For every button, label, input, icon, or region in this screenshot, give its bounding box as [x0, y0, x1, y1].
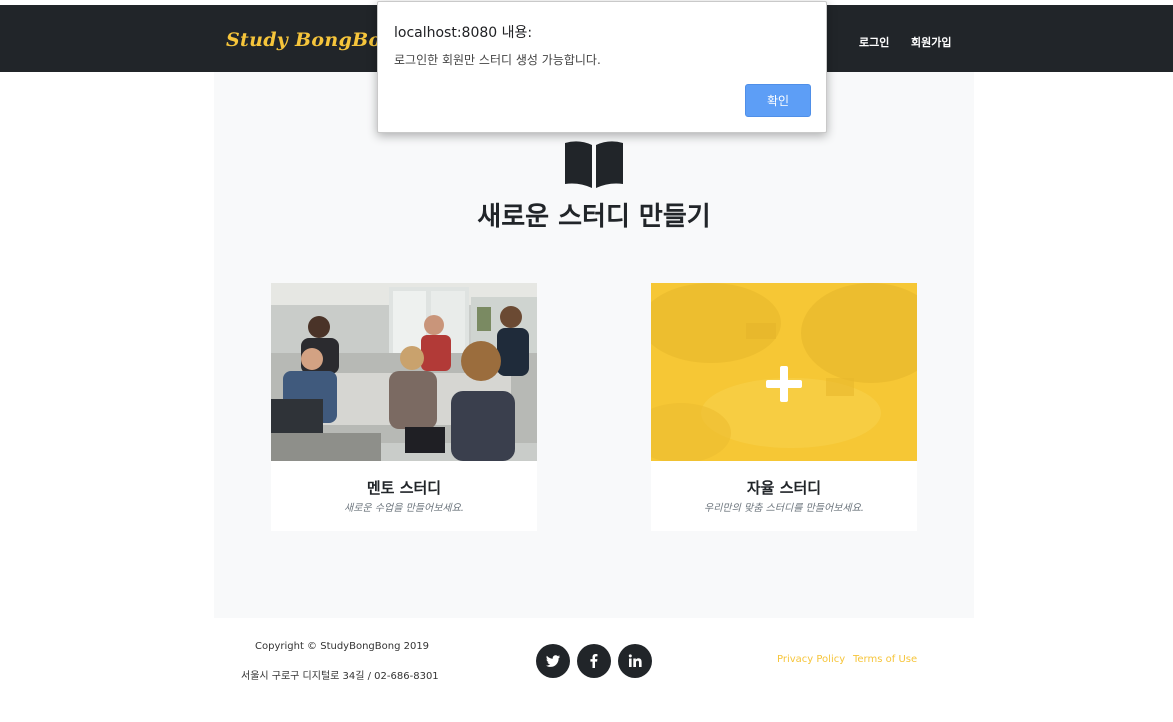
alert-dialog: localhost:8080 내용: 로그인한 회원만 스터디 생성 가능합니다…: [377, 1, 827, 133]
confirm-button[interactable]: 확인: [745, 84, 811, 117]
twitter-button[interactable]: [536, 644, 570, 678]
mentor-study-subtitle: 새로운 수업을 만들어보세요.: [344, 503, 464, 514]
facebook-button[interactable]: [577, 644, 611, 678]
signup-link[interactable]: 회원가입: [911, 34, 951, 50]
mentor-study-card[interactable]: 멘토 스터디 새로운 수업을 만들어보세요.: [271, 283, 537, 531]
dialog-title: localhost:8080 내용:: [394, 25, 533, 41]
self-study-subtitle: 우리만의 맞춤 스터디를 만들어보세요.: [704, 503, 864, 514]
team-meeting-photo: [271, 283, 537, 461]
linkedin-icon: [628, 654, 642, 667]
mentor-study-title: 멘토 스터디: [366, 479, 442, 497]
page-title: 새로운 스터디 만들기: [477, 202, 711, 232]
footer-copyright: Copyright © StudyBongBong 2019: [255, 641, 430, 652]
mentor-study-image: [271, 283, 537, 461]
linkedin-button[interactable]: [618, 644, 652, 678]
terms-of-use-link[interactable]: Terms of Use: [853, 654, 917, 665]
self-study-card[interactable]: 자율 스터디 우리만의 맞춤 스터디를 만들어보세요.: [651, 283, 917, 531]
privacy-policy-link[interactable]: Privacy Policy: [777, 654, 845, 665]
self-study-image: [651, 283, 917, 461]
self-study-title: 자율 스터디: [746, 479, 822, 497]
footer-address: 서울시 구로구 디지털로 34길 / 02-686-8301: [241, 671, 439, 682]
book-open-icon: [565, 141, 623, 188]
login-link[interactable]: 로그인: [859, 34, 889, 50]
twitter-icon: [546, 655, 560, 667]
dialog-message: 로그인한 회원만 스터디 생성 가능합니다.: [394, 53, 601, 67]
plus-icon: [766, 366, 802, 402]
facebook-icon: [590, 654, 598, 668]
